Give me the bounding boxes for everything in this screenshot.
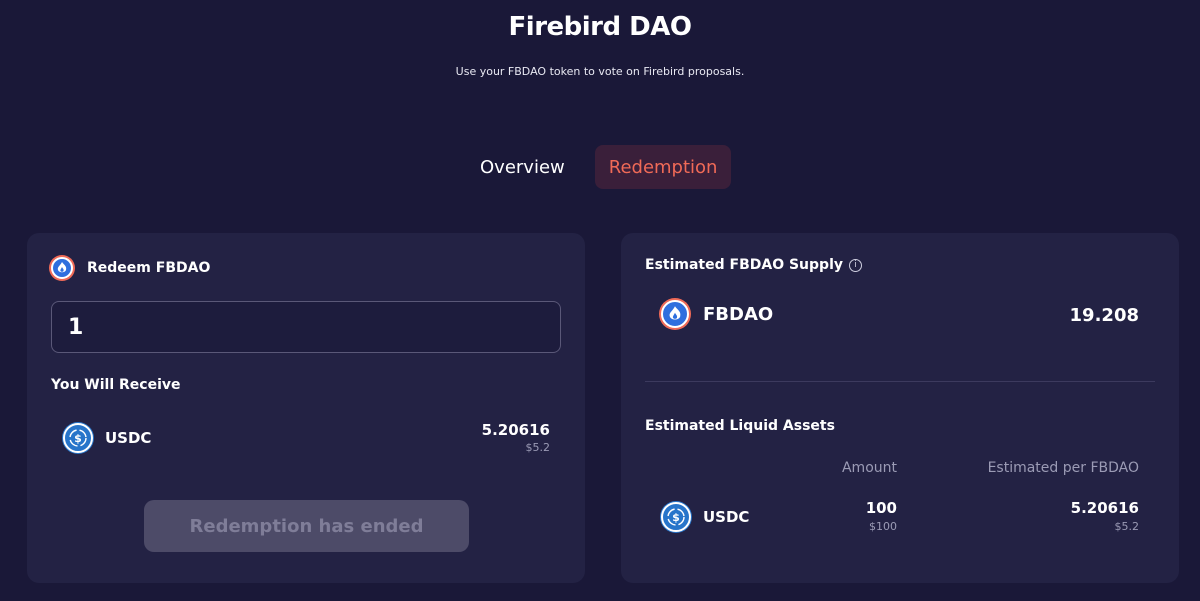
redeem-header: Redeem FBDAO bbox=[51, 257, 210, 279]
page-subtitle: Use your FBDAO token to vote on Firebird… bbox=[455, 65, 745, 78]
column-per-fbdao: Estimated per FBDAO bbox=[987, 460, 1139, 476]
supply-title: Estimated FBDAO Supply bbox=[645, 257, 843, 273]
redeem-card: Redeem FBDAO 1 You Will Receive $ USDC 5… bbox=[27, 233, 585, 583]
supply-header: Estimated FBDAO Supply i bbox=[645, 257, 862, 273]
divider bbox=[645, 381, 1155, 382]
svg-text:$: $ bbox=[672, 511, 680, 524]
redeem-amount-input[interactable]: 1 bbox=[51, 301, 561, 353]
redeem-button[interactable]: Redemption has ended bbox=[144, 500, 469, 552]
asset-amount: 100 bbox=[865, 499, 897, 517]
supply-token-row: FBDAO bbox=[661, 300, 773, 328]
receive-token-row: $ USDC bbox=[63, 423, 151, 453]
tab-redemption[interactable]: Redemption bbox=[594, 145, 732, 189]
usdc-token-icon: $ bbox=[661, 502, 691, 532]
liquid-assets-title: Estimated Liquid Assets bbox=[645, 418, 835, 434]
redeem-title: Redeem FBDAO bbox=[87, 260, 211, 276]
fbdao-token-icon bbox=[661, 300, 689, 328]
supply-value: 19.208 bbox=[1069, 305, 1139, 326]
asset-per-fbdao-usd: $5.2 bbox=[1114, 520, 1140, 533]
asset-row-token: $ USDC bbox=[661, 502, 749, 532]
receive-amount: 5.20616 bbox=[481, 421, 550, 439]
receive-usd: $5.2 bbox=[525, 441, 551, 454]
page-title: Firebird DAO bbox=[508, 12, 692, 42]
usdc-token-icon: $ bbox=[63, 423, 93, 453]
svg-text:$: $ bbox=[74, 432, 82, 445]
info-icon[interactable]: i bbox=[849, 258, 862, 272]
receive-heading: You Will Receive bbox=[51, 377, 181, 393]
tab-overview[interactable]: Overview bbox=[466, 145, 579, 189]
receive-token-label: USDC bbox=[105, 429, 152, 447]
supply-card: Estimated FBDAO Supply i FBDAO 19.208 Es… bbox=[621, 233, 1179, 583]
asset-per-fbdao: 5.20616 bbox=[1070, 499, 1139, 517]
column-amount: Amount bbox=[841, 460, 897, 476]
page: Firebird DAO Use your FBDAO token to vot… bbox=[0, 0, 1200, 601]
asset-amount-usd: $100 bbox=[869, 520, 897, 533]
asset-token-label: USDC bbox=[703, 508, 750, 526]
tab-bar: Overview Redemption bbox=[466, 145, 732, 189]
supply-token-label: FBDAO bbox=[703, 303, 774, 325]
fbdao-token-icon bbox=[51, 257, 73, 279]
